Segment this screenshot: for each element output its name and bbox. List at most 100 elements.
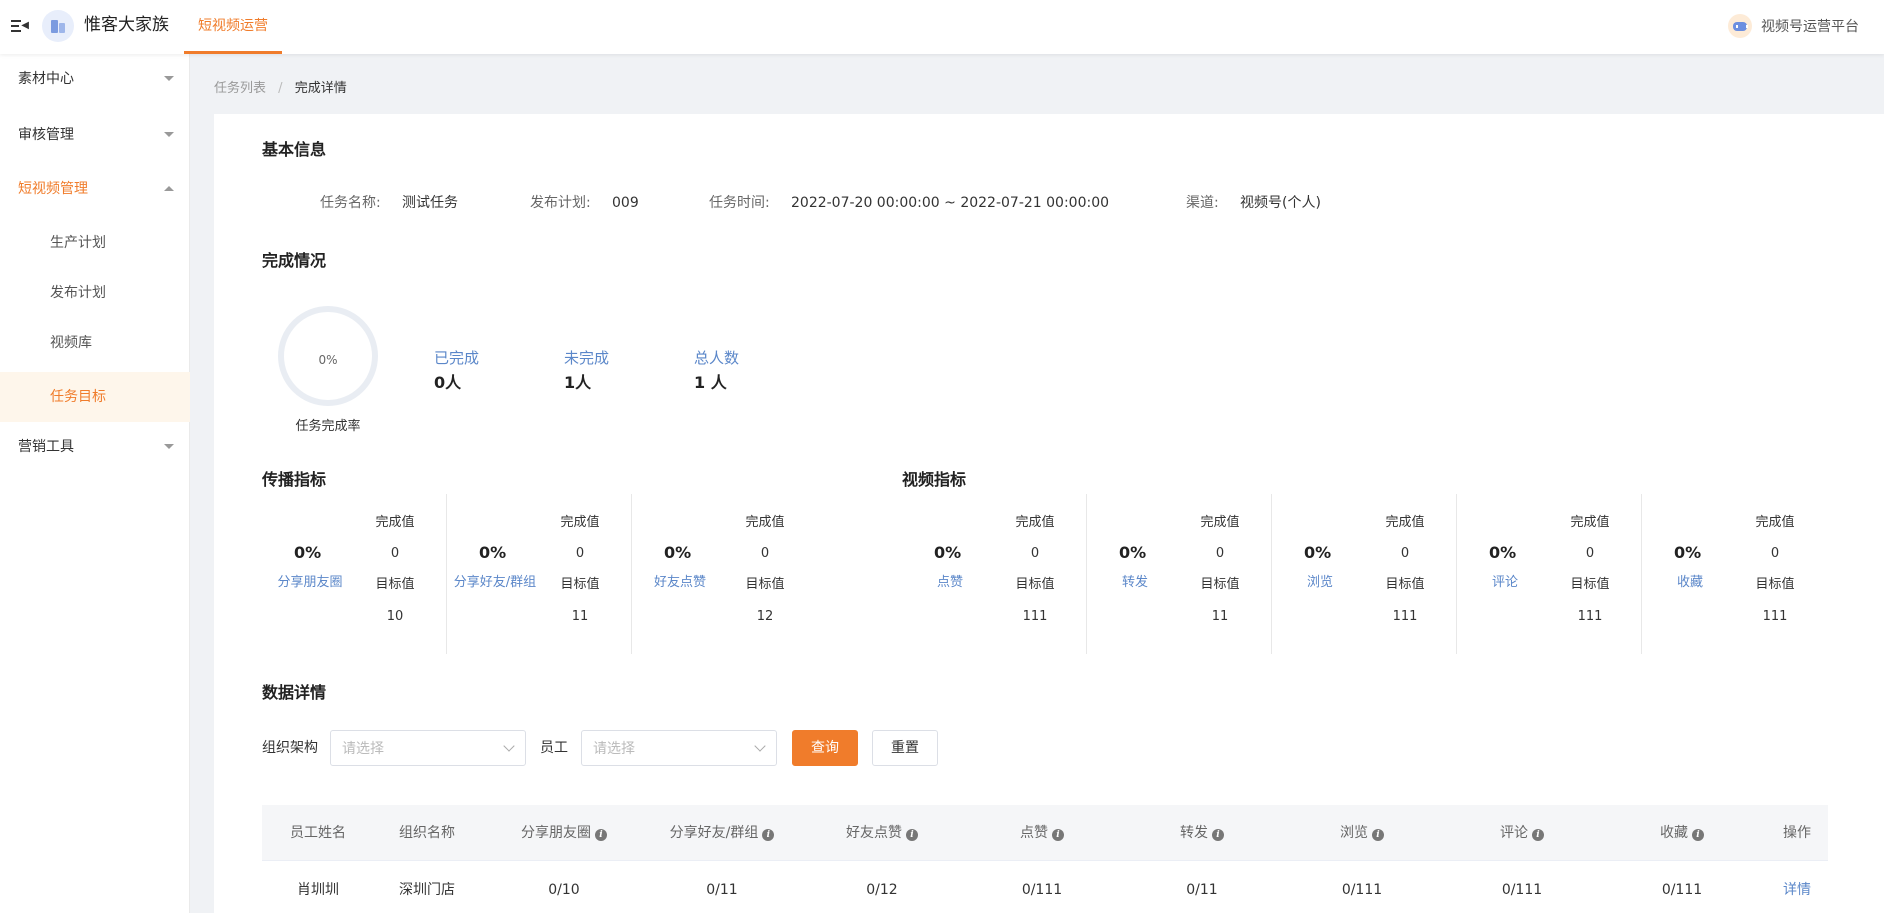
tab-label: 短视频运营 (198, 18, 268, 34)
done-caption: 完成值 (745, 515, 785, 530)
basic-info-title: 基本信息 (262, 140, 327, 159)
column-header-label: 点赞 (1020, 825, 1048, 841)
stat-label[interactable]: 已完成 (434, 348, 514, 368)
metric-name[interactable]: 转发 (1080, 574, 1190, 592)
info-icon[interactable]: i (1532, 829, 1544, 841)
column-header-label: 评论 (1500, 825, 1528, 841)
sidebar-group-review[interactable]: 审核管理 (0, 110, 190, 160)
target-caption: 目标值 (375, 577, 415, 592)
breadcrumb-task-list[interactable]: 任务列表 (214, 81, 266, 96)
metric-name[interactable]: 收藏 (1635, 574, 1745, 592)
table-cell-org: 深圳门店 (399, 882, 455, 898)
metric-name[interactable]: 好友点赞 (625, 574, 735, 592)
task-time-label: 任务时间: (709, 195, 770, 211)
org-select-placeholder: 请选择 (342, 741, 384, 757)
target-value: 111 (1392, 609, 1418, 624)
app-title: 惟客大家族 (84, 15, 169, 35)
metric-views: 完成值 0% 0 浏览 目标值 111 (1272, 494, 1457, 654)
metric-percent: 0% (1304, 543, 1332, 562)
details-title: 数据详情 (262, 683, 327, 702)
done-caption: 完成值 (1200, 515, 1240, 530)
video-metrics-title: 视频指标 (902, 470, 967, 489)
sidebar-group-marketing[interactable]: 营销工具 (0, 422, 190, 472)
metric-name[interactable]: 分享好友/群组 (440, 574, 550, 592)
target-caption: 目标值 (1755, 577, 1795, 592)
metric-percent: 0% (1489, 543, 1517, 562)
stat-incomplete: 未完成 1人 (564, 348, 644, 393)
sidebar-group-label: 营销工具 (18, 439, 74, 455)
sidebar-item-task-goal[interactable]: 任务目标 (0, 372, 190, 422)
publish-plan-value: 009 (612, 195, 639, 211)
sidebar-group-label: 短视频管理 (18, 181, 88, 197)
info-icon[interactable]: i (595, 829, 607, 841)
org-select[interactable]: 请选择 (330, 730, 526, 766)
detail-link[interactable]: 详情 (1762, 881, 1832, 899)
metric-name[interactable]: 浏览 (1265, 574, 1375, 592)
sidebar-item-video-library[interactable]: 视频库 (0, 318, 190, 368)
sidebar-group-label: 审核管理 (18, 127, 74, 143)
info-icon[interactable]: i (1212, 829, 1224, 841)
tab-short-video-ops[interactable]: 短视频运营 (184, 0, 282, 54)
sidebar-group-material[interactable]: 素材中心 (0, 54, 190, 104)
target-value: 11 (571, 609, 589, 624)
employee-filter-label: 员工 (540, 740, 568, 756)
completion-title: 完成情况 (262, 251, 327, 270)
query-button[interactable]: 查询 (792, 730, 858, 766)
table-cell-likes: 0/111 (1021, 882, 1063, 898)
done-value: 0 (1770, 546, 1780, 561)
sidebar-item-publish-plan[interactable]: 发布计划 (0, 268, 190, 318)
caret-down-icon (164, 444, 174, 449)
tab-active-indicator (184, 51, 282, 54)
done-value: 0 (1030, 546, 1040, 561)
metric-share-friends: 完成值 0% 0 分享好友/群组 目标值 11 (447, 494, 632, 654)
table-header: 员工姓名 组织名称 分享朋友圈 i 分享好友/群组 i 好友点赞 i 点赞 i 转发 i 浏览 i 评论 i 收… (262, 805, 1828, 861)
column-header-forwards: 转发 i (1142, 824, 1262, 842)
caret-down-icon (164, 132, 174, 137)
table-cell-share-friends: 0/11 (706, 882, 738, 898)
metric-name[interactable]: 分享朋友圈 (255, 574, 365, 592)
info-icon[interactable]: i (1052, 829, 1064, 841)
column-header-friend-likes: 好友点赞 i (812, 824, 952, 842)
info-icon[interactable]: i (762, 829, 775, 841)
target-caption: 目标值 (1570, 577, 1610, 592)
column-header-label: 浏览 (1340, 825, 1368, 841)
sidebar-group-short-video[interactable]: 短视频管理 (0, 164, 190, 214)
info-icon[interactable]: i (1692, 829, 1704, 841)
caret-down-icon (164, 76, 174, 81)
breadcrumb: 任务列表 / 完成详情 (214, 80, 347, 98)
done-caption: 完成值 (1015, 515, 1055, 530)
caret-up-icon (164, 186, 174, 191)
task-time-value: 2022-07-20 00:00:00 ~ 2022-07-21 00:00:0… (791, 195, 1110, 211)
stat-label[interactable]: 未完成 (564, 348, 644, 368)
column-header-label: 组织名称 (399, 825, 455, 841)
sidebar-item-label: 任务目标 (50, 389, 106, 405)
chevron-down-icon (754, 740, 766, 752)
sidebar-item-production-plan[interactable]: 生产计划 (0, 218, 190, 268)
reset-button[interactable]: 重置 (872, 730, 938, 766)
sidebar: 素材中心 审核管理 短视频管理 生产计划 发布计划 视频库 任务目标 营销工具 (0, 54, 190, 913)
metric-percent: 0% (479, 543, 507, 562)
target-caption: 目标值 (745, 577, 785, 592)
table-cell-forwards: 0/11 (1186, 882, 1218, 898)
done-value: 0 (390, 546, 400, 561)
column-header-label: 好友点赞 (846, 825, 902, 841)
employee-select[interactable]: 请选择 (581, 730, 777, 766)
column-header-label: 转发 (1180, 825, 1208, 841)
target-value: 12 (756, 609, 774, 624)
stat-label[interactable]: 总人数 (694, 348, 774, 368)
metric-name[interactable]: 评论 (1450, 574, 1560, 592)
menu-fold-icon[interactable]: ◀ (11, 17, 29, 35)
metric-name[interactable]: 点赞 (895, 574, 1005, 592)
info-icon[interactable]: i (1372, 829, 1384, 841)
target-value: 111 (1577, 609, 1603, 624)
done-value: 0 (1215, 546, 1225, 561)
column-header-likes: 点赞 i (982, 824, 1102, 842)
info-icon[interactable]: i (906, 829, 918, 841)
sidebar-item-label: 生产计划 (50, 235, 106, 251)
target-caption: 目标值 (560, 577, 600, 592)
chevron-down-icon (503, 740, 515, 752)
done-caption: 完成值 (375, 515, 415, 530)
column-header-comments: 评论 i (1462, 824, 1582, 842)
platform-switch[interactable]: 视频号运营平台 (1728, 14, 1868, 40)
channel-label: 渠道: (1186, 195, 1219, 211)
